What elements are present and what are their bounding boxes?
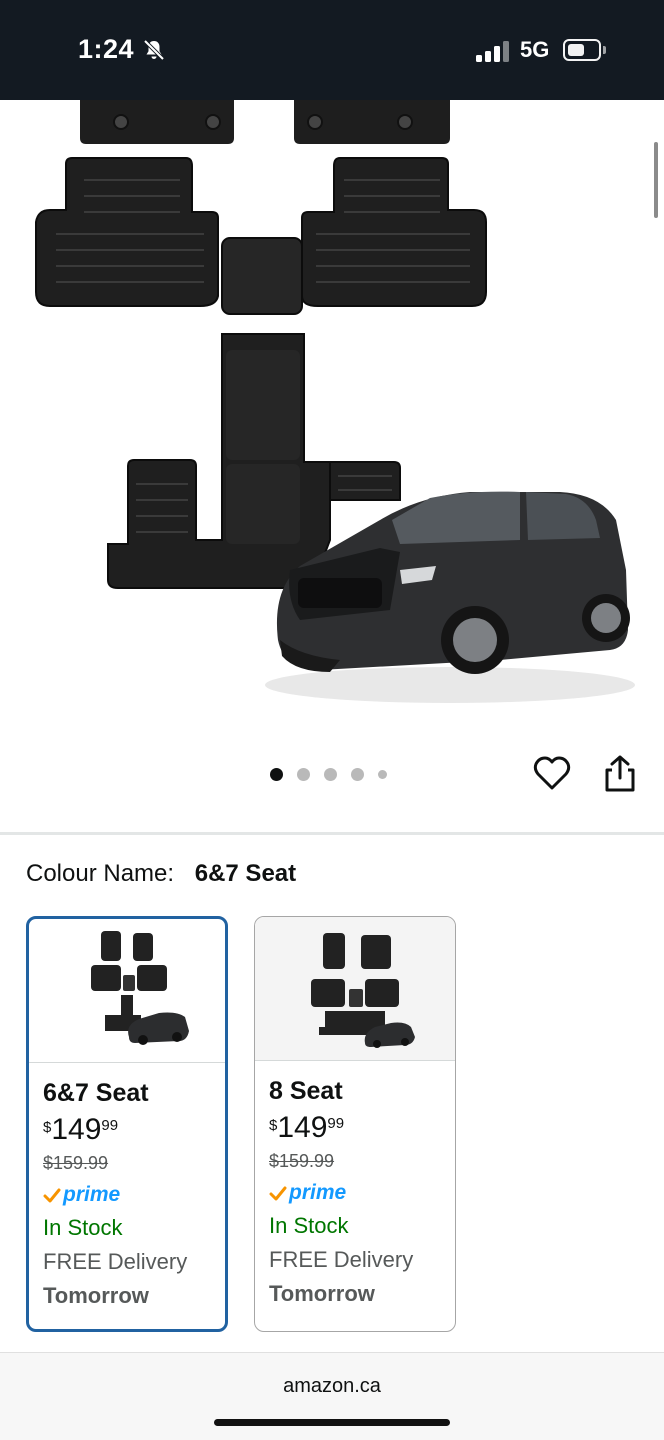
delivery-day: Tomorrow <box>43 1283 149 1308</box>
variant-name: 8 Seat <box>269 1077 343 1105</box>
delivery-text: FREE Delivery <box>43 1249 188 1274</box>
variant-price: $ 149 99 <box>43 1115 217 1153</box>
prime-label: prime <box>63 1183 121 1206</box>
price-currency: $ <box>43 1119 52 1136</box>
variant-card-8-seat[interactable]: 8 Seat $ 149 99 $159.99 prime In Stock F… <box>254 916 456 1332</box>
prime-check-icon <box>269 1186 287 1201</box>
status-bar: 1:24 5G <box>0 0 664 100</box>
carousel-dot[interactable] <box>378 769 387 779</box>
prime-check-icon <box>43 1188 61 1203</box>
product-image[interactable] <box>0 100 664 740</box>
price-whole: 149 <box>51 1113 102 1146</box>
browser-bottom-bar: amazon.ca <box>0 1352 664 1440</box>
list-price: $159.99 <box>269 1151 335 1171</box>
signal-icon <box>476 38 510 62</box>
variant-thumbnail <box>255 917 455 1061</box>
carousel-dot[interactable] <box>297 767 310 781</box>
floor-mat-set-image <box>35 100 635 703</box>
variant-price: $ 149 99 <box>269 1113 447 1151</box>
stock-status: In Stock <box>269 1213 349 1238</box>
colour-name-row: Colour Name: 6&7 Seat <box>26 860 296 888</box>
colour-value: 6&7 Seat <box>194 860 297 887</box>
status-time: 1:24 <box>78 34 135 64</box>
scroll-indicator[interactable] <box>654 142 658 218</box>
price-fraction: 99 <box>327 1115 345 1132</box>
variant-name: 6&7 Seat <box>43 1079 149 1107</box>
image-carousel-dots[interactable] <box>270 766 387 782</box>
prime-badge: prime <box>269 1181 447 1213</box>
price-whole: 149 <box>277 1111 328 1144</box>
price-currency: $ <box>269 1117 278 1134</box>
carousel-dot[interactable] <box>351 767 364 781</box>
prime-label: prime <box>289 1181 347 1204</box>
network-type: 5G <box>520 37 550 62</box>
list-price: $159.99 <box>43 1153 109 1173</box>
stock-status: In Stock <box>43 1215 123 1240</box>
share-icon[interactable] <box>602 754 638 794</box>
carousel-dot[interactable] <box>270 767 283 781</box>
colour-label: Colour Name: <box>26 860 175 887</box>
battery-icon <box>563 39 601 61</box>
variant-thumbnail <box>29 919 225 1063</box>
section-divider <box>0 832 664 835</box>
delivery-day: Tomorrow <box>269 1281 375 1306</box>
heart-icon[interactable] <box>532 754 572 794</box>
url-domain[interactable]: amazon.ca <box>0 1375 664 1398</box>
carousel-dot[interactable] <box>324 767 337 781</box>
prime-badge: prime <box>43 1183 217 1215</box>
battery-tip <box>603 46 606 54</box>
price-fraction: 99 <box>101 1117 119 1134</box>
home-indicator[interactable] <box>214 1419 450 1426</box>
bell-slash-icon <box>143 39 165 61</box>
variant-card-6-7-seat[interactable]: 6&7 Seat $ 149 99 $159.99 prime In Stock… <box>26 916 228 1332</box>
delivery-text: FREE Delivery <box>269 1247 414 1272</box>
